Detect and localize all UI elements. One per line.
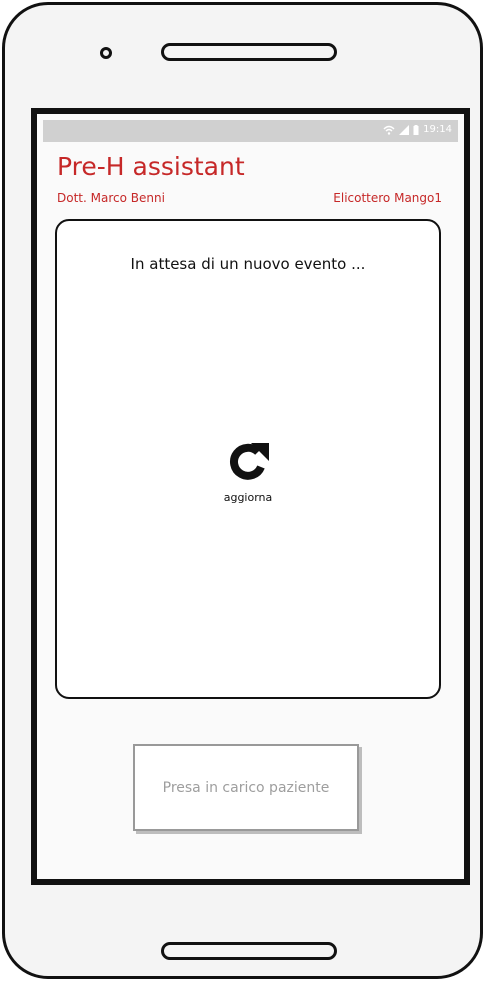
earpiece-speaker bbox=[161, 43, 337, 61]
status-time: 19:14 bbox=[423, 124, 452, 135]
battery-icon bbox=[413, 124, 419, 135]
doctor-name: Dott. Marco Benni bbox=[57, 191, 165, 205]
status-bar: 19:14 bbox=[43, 120, 458, 142]
wifi-icon bbox=[383, 125, 395, 135]
take-charge-label: Presa in carico paziente bbox=[162, 779, 330, 796]
refresh-label[interactable]: aggiorna bbox=[57, 491, 439, 504]
refresh-button[interactable] bbox=[221, 433, 277, 489]
app-title: Pre-H assistant bbox=[57, 152, 245, 181]
home-button[interactable] bbox=[161, 942, 337, 960]
front-camera bbox=[100, 47, 112, 59]
vehicle-name: Elicottero Mango1 bbox=[333, 191, 442, 205]
phone-frame: 19:14 Pre-H assistant Dott. Marco Benni … bbox=[2, 2, 483, 979]
take-charge-button[interactable]: Presa in carico paziente bbox=[133, 744, 359, 831]
phone-screen: 19:14 Pre-H assistant Dott. Marco Benni … bbox=[31, 108, 470, 885]
signal-icon bbox=[399, 124, 410, 135]
status-icons: 19:14 bbox=[383, 124, 452, 135]
event-panel: In attesa di un nuovo evento ... aggiorn… bbox=[55, 219, 441, 699]
waiting-message: In attesa di un nuovo evento ... bbox=[130, 255, 366, 273]
refresh-icon bbox=[230, 443, 269, 480]
